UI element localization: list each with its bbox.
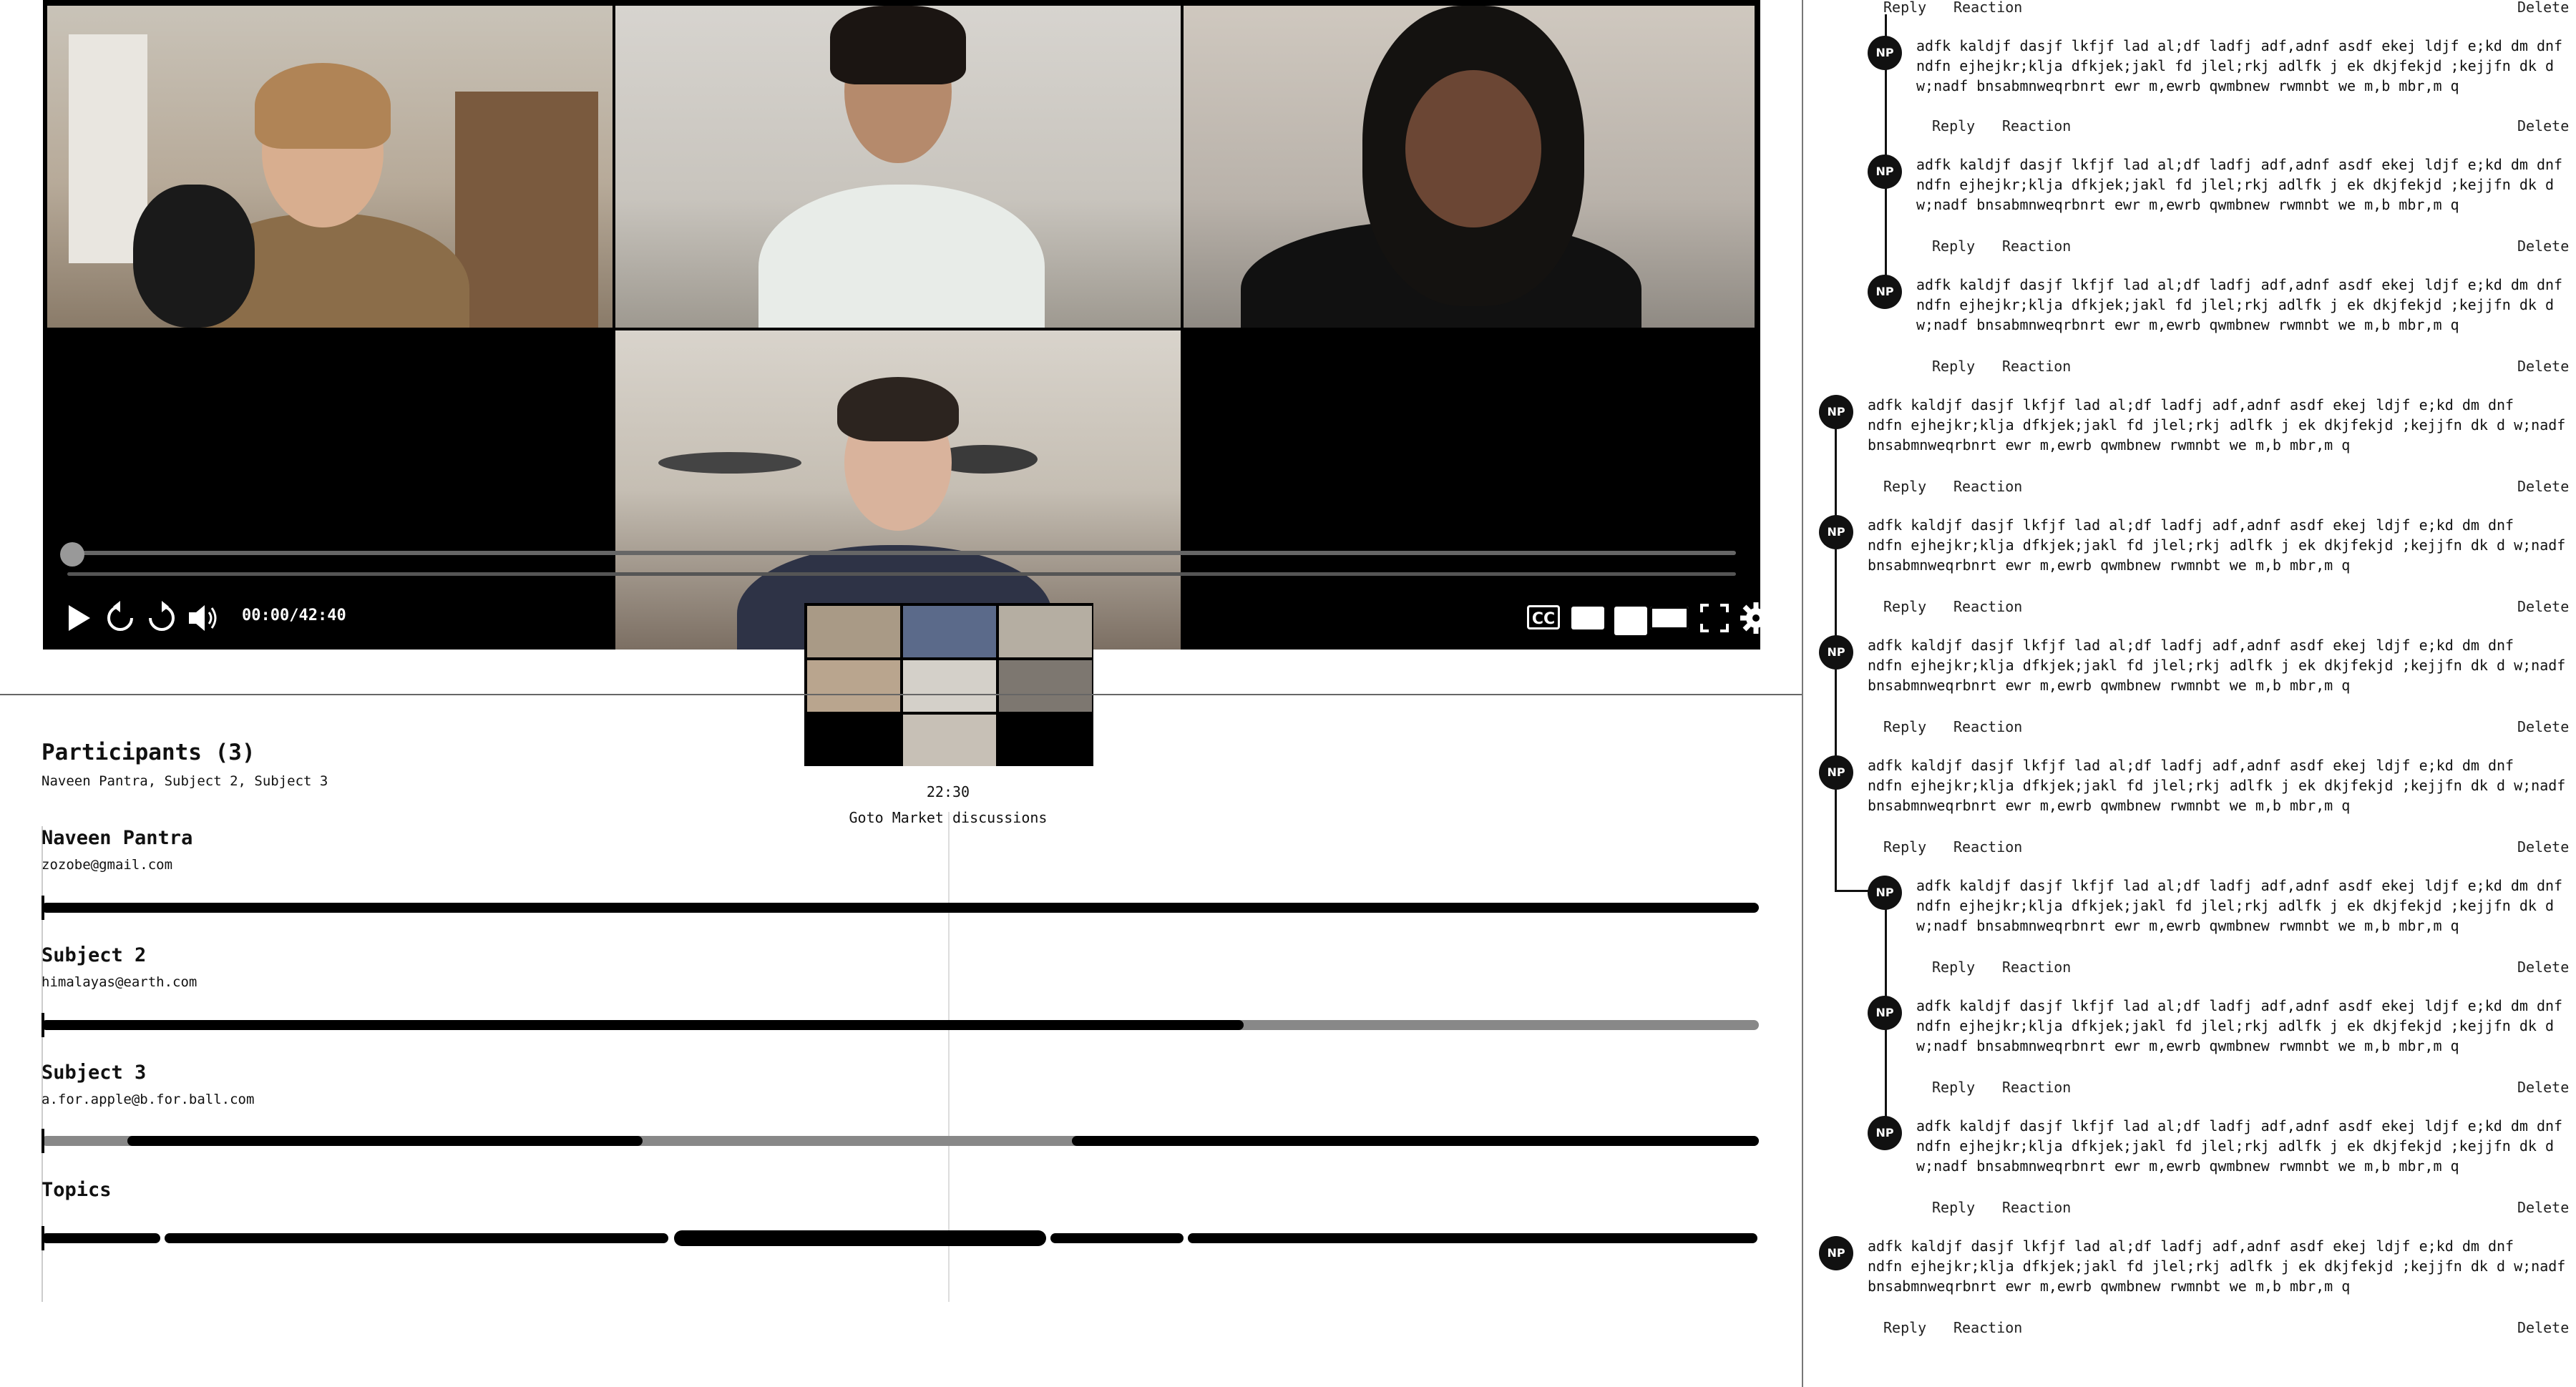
avatar: NP (1868, 36, 1902, 70)
comment-text: adfk kaldjf dasjf lkfjf lad al;df ladfj … (1916, 276, 2563, 333)
reaction-button[interactable]: Reaction (1953, 598, 2022, 615)
comment-text: adfk kaldjf dasjf lkfjf lad al;df ladfj … (1916, 156, 2563, 213)
delete-button[interactable]: Delete (2517, 478, 2569, 495)
reply-button[interactable]: Reply (1932, 117, 1975, 134)
comment-text: adfk kaldjf dasjf lkfjf lad al;df ladfj … (1868, 516, 2566, 574)
delete-button[interactable]: Delete (2517, 959, 2569, 976)
avatar: NP (1868, 1116, 1902, 1150)
participant-email: a.for.apple@b.for.ball.com (42, 1092, 255, 1107)
reply-button[interactable]: Reply (1932, 1079, 1975, 1096)
avatar: NP (1819, 755, 1853, 790)
section-divider (0, 694, 1802, 695)
delete-button[interactable]: Delete (2517, 598, 2569, 615)
comment-text: adfk kaldjf dasjf lkfjf lad al;df ladfj … (1916, 877, 2563, 934)
participant-video-tile (615, 6, 1181, 328)
participants-title: Participants (3) (42, 740, 255, 765)
topics-label: Topics (42, 1179, 112, 1201)
avatar: NP (1819, 515, 1853, 549)
avatar: NP (1868, 155, 1902, 189)
progress-bar[interactable] (67, 572, 1736, 576)
delete-button[interactable]: Delete (2517, 838, 2569, 856)
avatar: NP (1868, 275, 1902, 309)
play-icon[interactable] (57, 598, 97, 638)
delete-button[interactable]: Delete (2517, 1199, 2569, 1216)
reaction-button[interactable]: Reaction (2002, 1079, 2071, 1096)
avatar: NP (1819, 1236, 1853, 1270)
reply-button[interactable]: Reply (1883, 838, 1926, 856)
participant-name: Naveen Pantra (42, 827, 193, 849)
reply-button[interactable]: Reply (1883, 718, 1926, 735)
participant-email: zozobe@gmail.com (42, 857, 173, 873)
scrub-handle[interactable] (60, 542, 84, 567)
forward-icon[interactable] (142, 598, 182, 638)
recording-panel: 00:00/42:40 CC 22:30 Goto Market discuss… (0, 0, 1802, 1387)
reaction-button[interactable]: Reaction (2002, 358, 2071, 375)
participant-video-tile (47, 6, 613, 328)
delete-button[interactable]: Delete (2517, 237, 2569, 255)
marker-time: 22:30 (926, 783, 970, 800)
reaction-button[interactable]: Reaction (2002, 1199, 2071, 1216)
comment-text: adfk kaldjf dasjf lkfjf lad al;df ladfj … (1916, 1117, 2563, 1175)
participant-name: Subject 2 (42, 944, 147, 966)
reaction-button[interactable]: Reaction (1953, 478, 2022, 495)
reply-button[interactable]: Reply (1883, 0, 1926, 16)
avatar: NP (1819, 395, 1853, 429)
avatar: NP (1819, 635, 1853, 670)
participants-summary: Naveen Pantra, Subject 2, Subject 3 (42, 773, 328, 789)
reaction-button[interactable]: Reaction (2002, 237, 2071, 255)
reaction-button[interactable]: Reaction (2002, 117, 2071, 134)
playhead-marker-line (948, 812, 950, 1302)
topics-track[interactable] (42, 1226, 1759, 1250)
reaction-button[interactable]: Reaction (1953, 1319, 2022, 1336)
comment-text: adfk kaldjf dasjf lkfjf lad al;df ladfj … (1868, 637, 2566, 694)
reply-button[interactable]: Reply (1883, 478, 1926, 495)
delete-button[interactable]: Delete (2517, 1319, 2569, 1336)
participant-speaking-track[interactable] (42, 896, 1759, 920)
playback-time: 00:00/42:40 (242, 607, 346, 624)
delete-button[interactable]: Delete (2517, 718, 2569, 735)
comment-text: adfk kaldjf dasjf lkfjf lad al;df ladfj … (1916, 37, 2563, 94)
reaction-button[interactable]: Reaction (2002, 959, 2071, 976)
video-player[interactable]: 00:00/42:40 CC (43, 0, 1772, 650)
screen-layout-3-icon[interactable] (1650, 607, 1689, 629)
delete-button[interactable]: Delete (2517, 117, 2569, 134)
delete-button[interactable]: Delete (2517, 0, 2569, 16)
comment-text: adfk kaldjf dasjf lkfjf lad al;df ladfj … (1868, 396, 2566, 454)
reaction-button[interactable]: Reaction (1953, 718, 2022, 735)
screen-layout-1-icon[interactable] (1571, 607, 1604, 629)
reaction-button[interactable]: Reaction (1953, 838, 2022, 856)
buffer-bar (67, 551, 1736, 555)
gear-icon[interactable] (1736, 598, 1776, 638)
avatar: NP (1868, 996, 1902, 1030)
comment-text: adfk kaldjf dasjf lkfjf lad al;df ladfj … (1868, 757, 2566, 814)
volume-icon[interactable] (183, 598, 223, 638)
screen-layout-2-icon[interactable] (1614, 607, 1647, 635)
participant-video-tile (1184, 6, 1755, 328)
avatar: NP (1868, 876, 1902, 910)
reply-button[interactable]: Reply (1932, 1199, 1975, 1216)
reply-button[interactable]: Reply (1883, 1319, 1926, 1336)
reply-button[interactable]: Reply (1932, 358, 1975, 375)
rewind-icon[interactable] (100, 598, 140, 638)
participant-speaking-track[interactable] (42, 1013, 1759, 1037)
reply-button[interactable]: Reply (1932, 959, 1975, 976)
reply-button[interactable]: Reply (1883, 598, 1926, 615)
delete-button[interactable]: Delete (2517, 1079, 2569, 1096)
participant-speaking-track[interactable] (42, 1129, 1759, 1153)
reply-button[interactable]: Reply (1932, 237, 1975, 255)
participant-email: himalayas@earth.com (42, 974, 197, 990)
fullscreen-icon[interactable] (1694, 598, 1735, 638)
cc-icon[interactable]: CC (1527, 605, 1560, 629)
marker-topic: Goto Market discussions (849, 809, 1048, 826)
participant-name: Subject 3 (42, 1062, 147, 1084)
delete-button[interactable]: Delete (2517, 358, 2569, 375)
comment-text: adfk kaldjf dasjf lkfjf lad al;df ladfj … (1916, 997, 2563, 1054)
reaction-button[interactable]: Reaction (1953, 0, 2022, 16)
comments-panel: Reply Reaction Delete NP adfk kaldjf das… (1802, 0, 2576, 1387)
comment-text: adfk kaldjf dasjf lkfjf lad al;df ladfj … (1868, 1237, 2566, 1295)
scrub-preview-thumbnail (804, 603, 1093, 766)
